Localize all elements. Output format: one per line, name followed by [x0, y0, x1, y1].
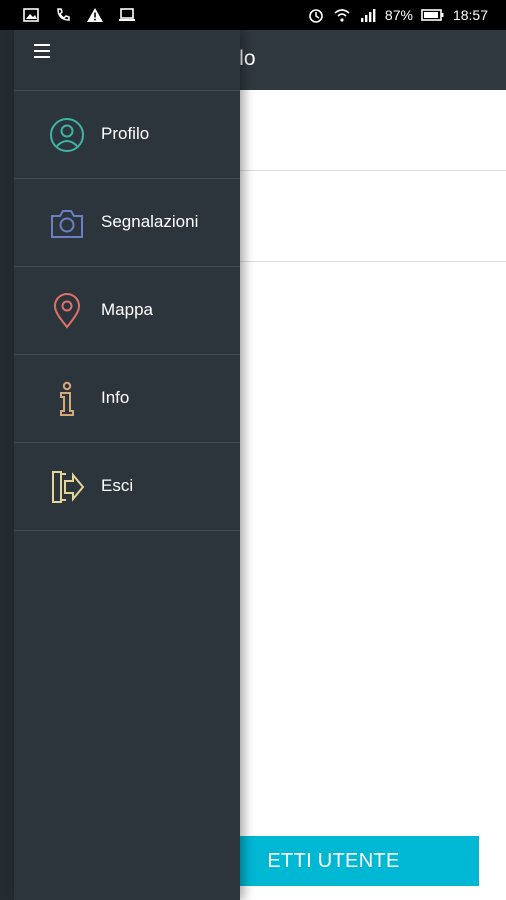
status-bar: 87% 18:57	[0, 0, 506, 30]
battery-icon	[421, 9, 444, 21]
menu-item-label: Segnalazioni	[101, 212, 199, 231]
laptop-icon	[119, 8, 135, 21]
wifi-icon	[334, 9, 350, 22]
signal-icon	[360, 9, 376, 22]
content-divider	[239, 170, 506, 171]
status-bar-left	[22, 6, 136, 24]
battery-percent: 87%	[384, 7, 413, 23]
menu-item-label: Mappa	[101, 300, 153, 319]
menu-item-esci[interactable]: Esci	[14, 443, 240, 531]
user-circle-icon	[50, 118, 84, 152]
menu-item-profilo[interactable]: Profilo	[14, 91, 240, 179]
hamburger-menu-icon[interactable]	[34, 44, 50, 60]
menu-item-segnalazioni[interactable]: Segnalazioni	[14, 179, 240, 267]
menu-item-label: Info	[101, 388, 130, 407]
navigation-drawer: Profilo Segnalazioni Mappa Info Esci	[14, 30, 240, 900]
menu-item-mappa[interactable]: Mappa	[14, 267, 240, 355]
call-icon	[57, 8, 70, 21]
drawer-header	[14, 30, 240, 91]
map-pin-icon	[53, 293, 81, 329]
status-bar-right: 87% 18:57	[307, 6, 488, 24]
menu-item-info[interactable]: Info	[14, 355, 240, 443]
content-divider	[239, 261, 506, 262]
camera-icon	[51, 210, 83, 238]
menu-item-label: Profilo	[101, 124, 150, 143]
exit-icon	[52, 471, 85, 503]
info-icon	[60, 381, 74, 416]
warning-icon	[87, 8, 103, 22]
menu-item-label: Esci	[101, 476, 134, 495]
gallery-icon	[23, 8, 39, 22]
drawer-edge	[0, 30, 14, 900]
clock: 18:57	[452, 7, 488, 23]
alarm-icon	[309, 9, 323, 23]
